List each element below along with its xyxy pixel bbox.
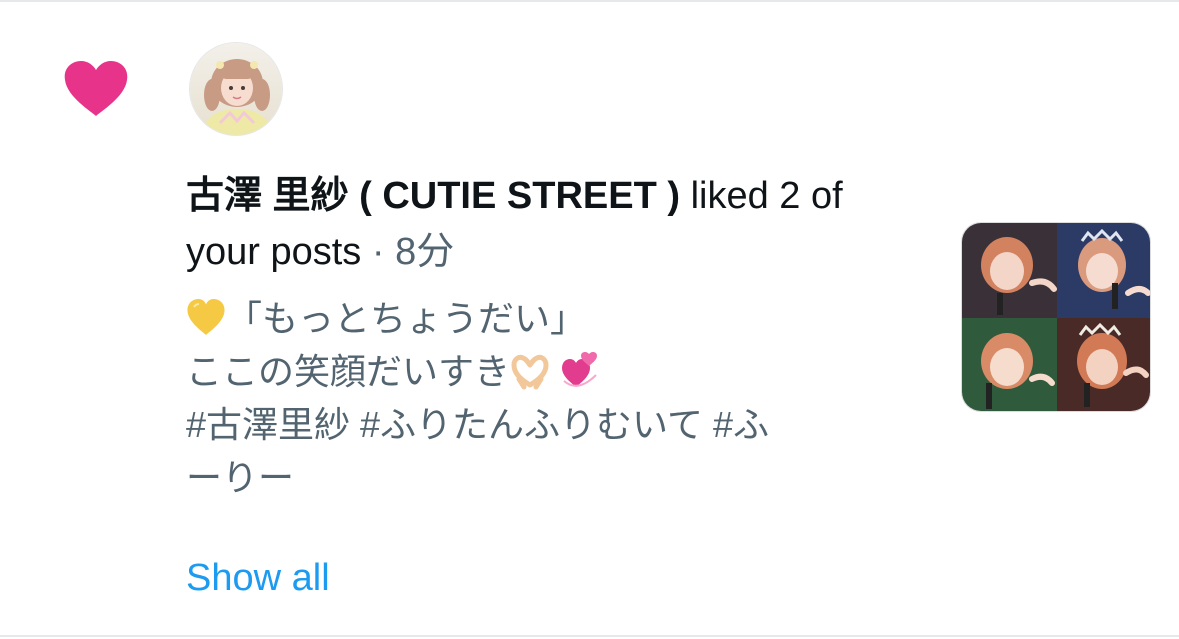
- heart-hands-icon: [511, 354, 549, 390]
- timestamp: 8分: [395, 231, 455, 273]
- bottom-divider: [0, 635, 1179, 637]
- show-all-link[interactable]: Show all: [186, 552, 330, 604]
- post-line-1-text: 「もっとちょうだい」: [226, 298, 587, 339]
- post-line-1: 「もっとちょうだい」: [186, 292, 906, 345]
- post-line-2: ここの笑顔だいすき: [186, 345, 906, 398]
- profile-photo: [190, 43, 282, 135]
- notification-headline: 古澤 里紗 ( CUTIE STREET ) liked 2 of your p…: [186, 168, 926, 280]
- post-line-2-text: ここの笑顔だいすき: [186, 351, 511, 392]
- notification-content[interactable]: 古澤 里紗 ( CUTIE STREET ) liked 2 of your p…: [186, 168, 926, 504]
- top-divider: [0, 0, 1179, 2]
- post-thumbnail[interactable]: [961, 222, 1151, 412]
- user-name[interactable]: 古澤 里紗 ( CUTIE STREET ): [186, 175, 680, 217]
- post-line-3: #古澤里紗 #ふりたんふりむいて #ふ: [186, 404, 769, 445]
- heart-icon: [64, 61, 128, 116]
- revolving-hearts-icon: [562, 352, 598, 387]
- thumbnail-collage: [962, 223, 1150, 411]
- separator: ·: [361, 231, 396, 273]
- post-preview-text: 「もっとちょうだい」 ここの笑顔だいすき #古澤里紗 #ふりたんふりむいて #ふ…: [186, 292, 906, 504]
- avatar[interactable]: [189, 42, 283, 136]
- post-line-4: ーりー: [186, 457, 295, 498]
- yellow-heart-icon: [187, 299, 225, 335]
